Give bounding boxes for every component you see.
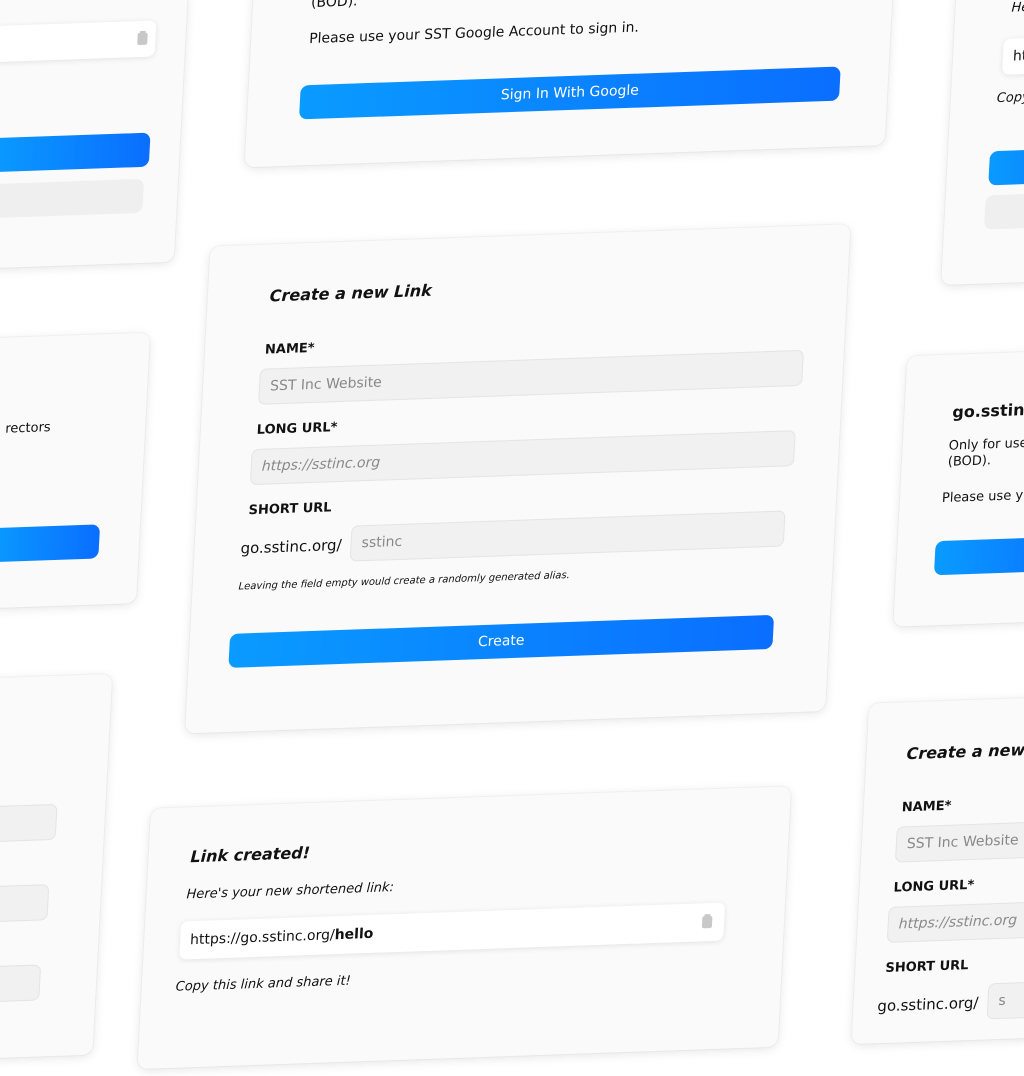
right-top-secondary-button[interactable]: [983, 191, 1024, 230]
left-top-link-field[interactable]: [0, 20, 157, 63]
right-bottom-long-url-label: LONG URL*: [893, 877, 975, 896]
copy-clipboard-icon[interactable]: [701, 915, 713, 929]
short-url-hint: Leaving the field empty would create a r…: [238, 569, 571, 593]
long-url-input[interactable]: https://sstinc.org: [249, 430, 796, 486]
left-bottom-card: [0, 673, 113, 1061]
signin-instruction: Please use your SST Google Account to si…: [308, 19, 640, 48]
left-middle-button[interactable]: [0, 524, 101, 563]
right-bottom-short-url-input[interactable]: s: [986, 980, 1024, 1020]
left-top-card: [0, 0, 188, 269]
long-url-label: LONG URL*: [256, 420, 338, 438]
right-bottom-long-url-input[interactable]: https://sstinc.org: [886, 900, 1024, 943]
link-created-subtitle: Here's your new shortened link:: [186, 880, 395, 903]
left-bottom-field-1[interactable]: [0, 803, 58, 844]
short-url-prefix: go.sstinc.org/: [240, 535, 343, 558]
shortened-link-field[interactable]: https://go.sstinc.org/hello: [179, 902, 726, 960]
left-top-primary-button[interactable]: [0, 132, 151, 173]
name-input-placeholder: SST Inc Website: [269, 374, 383, 395]
right-top-link-text: http: [1012, 47, 1024, 65]
right-top-here-text: Here's: [1011, 0, 1024, 16]
right-middle-button[interactable]: [933, 535, 1024, 576]
right-top-card: Here's http Copy th: [941, 0, 1024, 286]
signin-card: (BOD). Please use your SST Google Accoun…: [244, 0, 894, 168]
shortened-link-alias: hello: [334, 925, 374, 944]
link-created-share-text: Copy this link and share it!: [175, 973, 352, 995]
link-created-card: Link created! Here's your new shortened …: [137, 786, 792, 1070]
left-top-secondary-button[interactable]: [0, 178, 145, 219]
right-bottom-short-url-prefix: go.sstinc.org/: [876, 993, 979, 1016]
right-middle-title: go.sstinc: [951, 399, 1024, 422]
right-bottom-title: Create a new: [906, 740, 1024, 764]
left-bottom-field-2[interactable]: [0, 884, 50, 924]
right-bottom-short-url-label: SHORT URL: [885, 958, 969, 976]
signin-bod-text: (BOD).: [310, 0, 359, 12]
left-middle-card: rectors: [0, 332, 151, 610]
link-created-title: Link created!: [190, 843, 311, 867]
short-url-input[interactable]: sstinc: [349, 510, 786, 562]
right-bottom-long-url-placeholder: https://sstinc.org: [898, 912, 1018, 933]
right-bottom-card: Create a new NAME* SST Inc Website LONG …: [851, 695, 1024, 1045]
clipboard-icon[interactable]: [137, 32, 148, 46]
name-input[interactable]: SST Inc Website: [258, 349, 804, 405]
right-middle-line2: (BOD).: [947, 453, 992, 470]
shortened-link-base: https://go.sstinc.org/: [189, 927, 336, 949]
right-middle-card: go.sstinc Only for use (BOD). Please use…: [893, 349, 1024, 627]
right-top-link-field[interactable]: http: [1002, 34, 1024, 75]
right-bottom-name-label: NAME*: [901, 798, 952, 816]
right-middle-line3: Please use y: [941, 488, 1024, 507]
name-label: NAME*: [264, 340, 315, 358]
mockup-stage: (BOD). Please use your SST Google Accoun…: [0, 0, 1024, 1070]
right-top-primary-button[interactable]: [988, 147, 1024, 186]
short-url-label: SHORT URL: [248, 500, 332, 519]
left-middle-text: rectors: [4, 420, 52, 437]
left-bottom-field-3[interactable]: [0, 964, 42, 1004]
long-url-input-placeholder: https://sstinc.org: [261, 454, 381, 475]
right-top-copy-text: Copy th: [996, 89, 1024, 107]
right-bottom-name-input[interactable]: SST Inc Website: [894, 820, 1024, 863]
create-form-title: Create a new Link: [269, 280, 433, 306]
right-bottom-name-placeholder: SST Inc Website: [906, 832, 1020, 853]
right-middle-line1: Only for use: [948, 435, 1024, 454]
short-url-input-placeholder: sstinc: [361, 533, 403, 552]
sign-in-with-google-button[interactable]: Sign In With Google: [298, 66, 841, 120]
create-button[interactable]: Create: [228, 614, 775, 668]
right-bottom-short-url-placeholder: s: [998, 992, 1007, 1010]
create-link-card: Create a new Link NAME* SST Inc Website …: [184, 224, 851, 734]
